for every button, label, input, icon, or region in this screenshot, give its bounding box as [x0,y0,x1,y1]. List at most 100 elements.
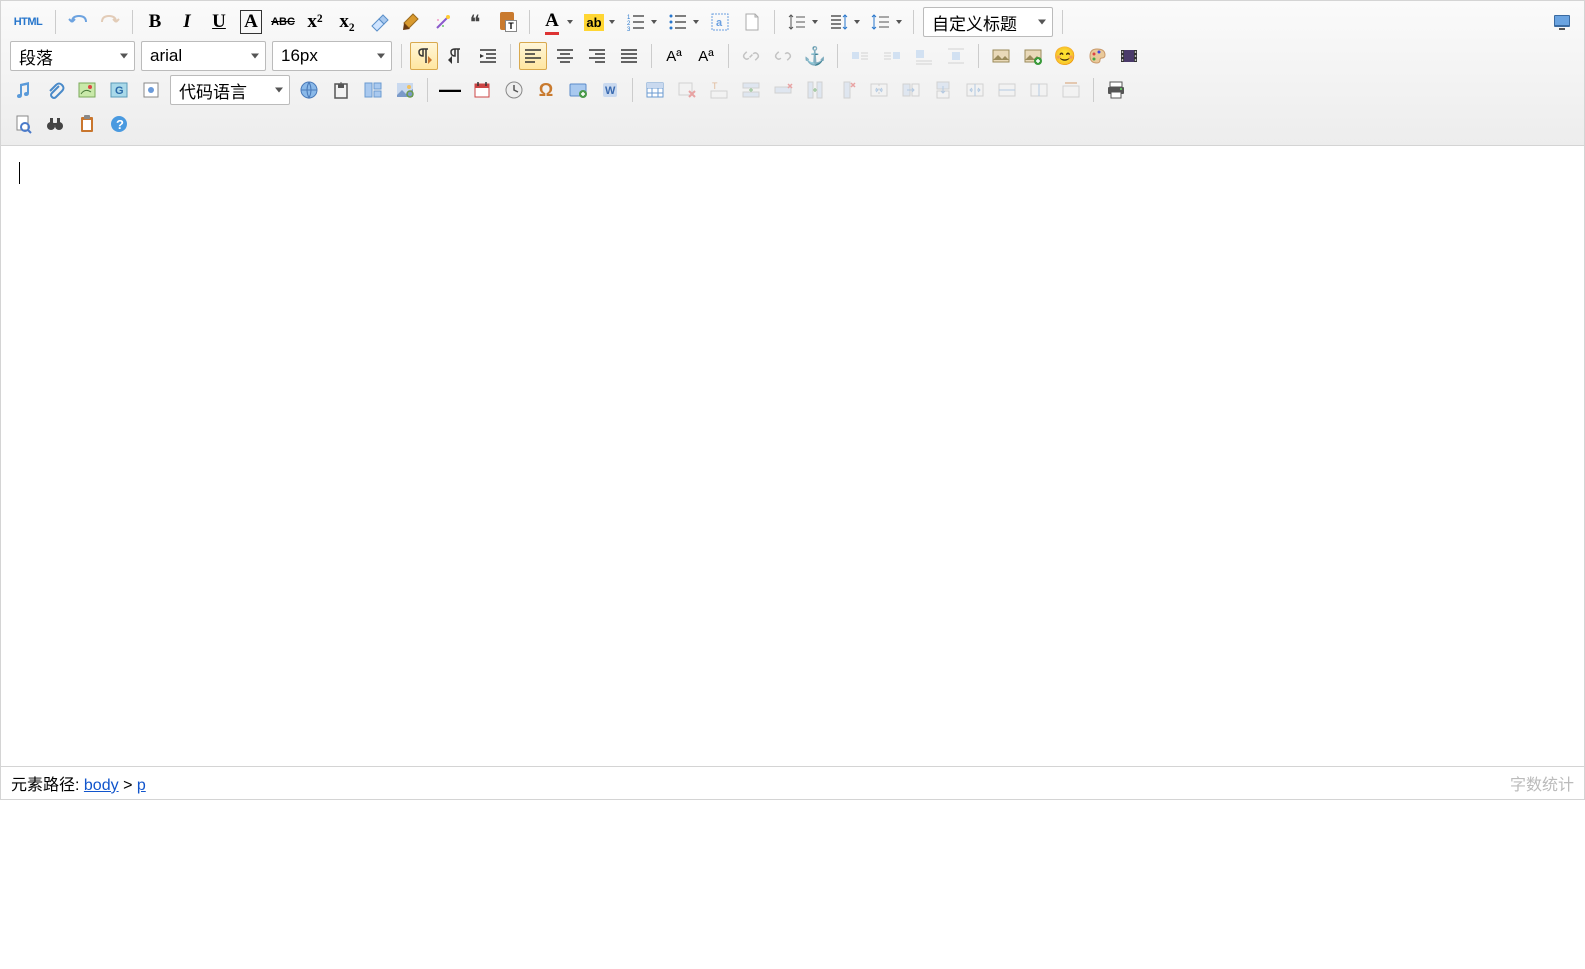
underline-button[interactable]: U [205,8,233,36]
insert-row-button[interactable] [737,76,765,104]
anchor-icon: ⚓ [804,46,826,67]
path-body-link[interactable]: body [84,777,119,794]
split-rows-button[interactable] [993,76,1021,104]
music-button[interactable] [9,76,37,104]
wordimage-button[interactable]: W [596,76,624,104]
delete-row-button[interactable] [769,76,797,104]
font-size-select[interactable]: 16px [272,41,392,71]
insert-col-button[interactable] [801,76,829,104]
line-height-icon [829,12,849,32]
row-spacing-button[interactable] [783,8,821,36]
indent-dropdown-button[interactable] [867,8,905,36]
delete-col-icon [837,80,857,100]
font-size-label: 16px [281,46,318,66]
tolowercase-button[interactable]: Aª [692,42,720,70]
search-replace-button[interactable] [41,110,69,138]
save-snapshot-button[interactable] [327,76,355,104]
gmap-button[interactable]: G [105,76,133,104]
align-right-button[interactable] [583,42,611,70]
link-button[interactable] [737,42,765,70]
template-button[interactable] [359,76,387,104]
merge-right-button[interactable] [897,76,925,104]
element-path-label: 元素路径 [11,777,75,794]
image-float-left-button[interactable] [846,42,874,70]
line-height-button[interactable] [825,8,863,36]
redo-button[interactable] [96,8,124,36]
delete-col-button[interactable] [833,76,861,104]
help-button[interactable]: ? [105,110,133,138]
undo-button[interactable] [64,8,92,36]
indent-button[interactable] [474,42,502,70]
eraser-button[interactable] [365,8,393,36]
font-border-button[interactable]: A [237,8,265,36]
backcolor-button[interactable]: ab [580,8,618,36]
forecolor-button[interactable]: A [538,8,576,36]
image-float-right-button[interactable] [878,42,906,70]
print-button[interactable] [1102,76,1130,104]
unlink-button[interactable] [769,42,797,70]
custom-heading-select[interactable]: 自定义标题 [923,7,1053,37]
image-center-button[interactable] [942,42,970,70]
insert-video-button[interactable] [1115,42,1143,70]
background-button[interactable] [391,76,419,104]
split-cols-button[interactable] [1025,76,1053,104]
new-page-button[interactable] [738,8,766,36]
font-family-select[interactable]: arial [141,41,266,71]
merge-cells-button[interactable] [865,76,893,104]
blockquote-button[interactable]: ❝ [461,8,489,36]
align-justify-button[interactable] [615,42,643,70]
insert-table-button[interactable] [641,76,669,104]
time-button[interactable] [500,76,528,104]
insert-col-icon [805,80,825,100]
ltr-button[interactable] [410,42,438,70]
autoformat-button[interactable] [429,8,457,36]
delete-row-icon [773,80,793,100]
webapp-button[interactable] [295,76,323,104]
superscript-button[interactable]: x² [301,8,329,36]
unordered-list-button[interactable] [664,8,702,36]
date-button[interactable] [468,76,496,104]
snapscreen-button[interactable] [564,76,592,104]
save-icon [331,80,351,100]
paste-plain-button[interactable]: T [493,8,521,36]
touppercase-button[interactable]: Aª [660,42,688,70]
path-p-link[interactable]: p [137,777,146,794]
format-brush-button[interactable] [397,8,425,36]
subscript-button[interactable]: x₂ [333,8,361,36]
gmap-icon: G [109,80,129,100]
horizontal-rule-button[interactable]: — [436,76,464,104]
word-count-button[interactable]: 字数统计 [1510,771,1574,795]
merge-down-button[interactable] [929,76,957,104]
paragraph-format-select[interactable]: 段落 [10,41,135,71]
insert-paragraph-before-button[interactable]: T [705,76,733,104]
fullscreen-button[interactable] [1548,8,1576,36]
map-button[interactable] [73,76,101,104]
emoji-button[interactable]: 😊 [1051,42,1079,70]
editor-content-area[interactable] [1,146,1584,766]
split-cells-button[interactable] [961,76,989,104]
ordered-list-button[interactable]: 123 [622,8,660,36]
rtl-button[interactable] [442,42,470,70]
source-html-button[interactable]: HTML [9,8,47,36]
insert-multi-image-button[interactable] [1019,42,1047,70]
strikethrough-button[interactable]: ABC [269,8,297,36]
image-float-none-button[interactable] [910,42,938,70]
preview-button[interactable] [9,110,37,138]
bold-button[interactable]: B [141,8,169,36]
merge-right-icon [901,80,921,100]
special-char-button[interactable]: Ω [532,76,560,104]
clipboard-button[interactable] [73,110,101,138]
align-center-button[interactable] [551,42,579,70]
scrawl-button[interactable] [1083,42,1111,70]
anchor-button[interactable]: ⚓ [801,42,829,70]
caption-button[interactable] [1057,76,1085,104]
insert-image-button[interactable] [987,42,1015,70]
code-language-select[interactable]: 代码语言 [170,75,290,105]
separator [651,44,652,68]
align-left-button[interactable] [519,42,547,70]
select-all-button[interactable]: a [706,8,734,36]
attachment-button[interactable] [41,76,69,104]
italic-button[interactable]: I [173,8,201,36]
insert-frame-button[interactable] [137,76,165,104]
delete-table-button[interactable] [673,76,701,104]
